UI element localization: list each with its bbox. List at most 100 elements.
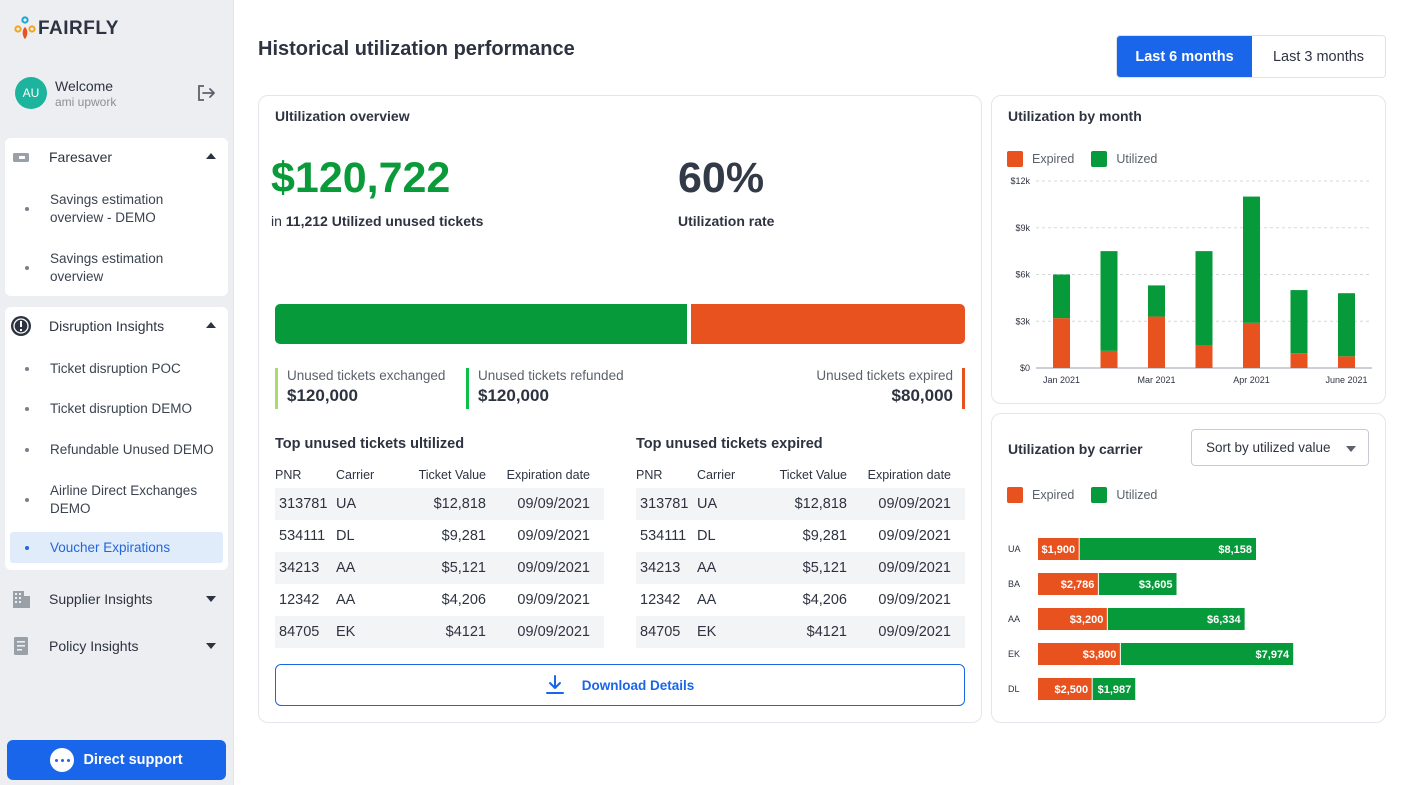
- range-last-6-months[interactable]: Last 6 months: [1117, 36, 1252, 77]
- cell-ticket-value: $4121: [806, 624, 847, 640]
- utilization-rate-caption: Utilization rate: [678, 213, 775, 229]
- stat-value: $120,000: [478, 386, 549, 405]
- month-chart-legend: Expired Utilized: [1007, 151, 1174, 167]
- table-row[interactable]: 34213 AA $5,121 09/09/2021: [275, 552, 604, 584]
- sidebar-item-ticket-disruption-poc[interactable]: Ticket disruption POC: [5, 360, 228, 378]
- col-pnr: PNR: [636, 468, 663, 482]
- table-row[interactable]: 12342 AA $4,206 09/09/2021: [275, 584, 604, 616]
- utilization-by-month-card: Utilization by month Expired Utilized $0…: [991, 95, 1386, 404]
- cell-carrier: AA: [697, 592, 717, 608]
- bar-expired[interactable]: [1243, 322, 1260, 368]
- legend-swatch: [1007, 487, 1023, 503]
- ratio-expired-segment: [690, 304, 965, 344]
- y-tick-label: $0: [1020, 363, 1030, 373]
- bar-utilized[interactable]: [1195, 251, 1213, 346]
- table-row[interactable]: 12342 AA $4,206 09/09/2021: [636, 584, 965, 616]
- cell-ticket-value: $5,121: [441, 560, 486, 576]
- sidebar-item-ticket-disruption-demo[interactable]: Ticket disruption DEMO: [5, 400, 228, 418]
- stat-refunded: Unused tickets refunded $120,000: [466, 368, 624, 409]
- cell-pnr: 313781: [640, 496, 689, 512]
- col-pnr: PNR: [275, 468, 302, 482]
- nav-label: Faresaver: [49, 149, 113, 165]
- bar-expired[interactable]: [1100, 350, 1118, 368]
- cell-pnr: 84705: [279, 624, 320, 640]
- sidebar-item-airline-direct-exchanges[interactable]: Airline Direct Exchanges DEMO: [5, 482, 228, 518]
- legend-swatch: [1007, 151, 1023, 167]
- cell-pnr: 12342: [279, 592, 320, 608]
- page-title: Historical utilization performance: [258, 38, 575, 60]
- download-details-button[interactable]: Download Details: [275, 664, 965, 706]
- nav-disruption-insights[interactable]: Disruption Insights: [5, 307, 228, 345]
- x-tick-label: June 2021: [1325, 375, 1367, 385]
- building-icon: [13, 591, 30, 608]
- stat-expired: Unused tickets expired $80,000: [816, 368, 965, 409]
- cell-ticket-value: $5,121: [802, 560, 847, 576]
- chevron-down-icon: [206, 596, 216, 602]
- cell-expiration-date: 09/09/2021: [878, 624, 951, 640]
- nav-policy-insights[interactable]: Policy Insights: [5, 627, 228, 665]
- card-title: Utilization by carrier: [1008, 441, 1143, 457]
- table-row[interactable]: 34213 AA $5,121 09/09/2021: [636, 552, 965, 584]
- sidebar-item-savings-demo[interactable]: Savings estimation overview - DEMO: [5, 191, 228, 227]
- bar-utilized[interactable]: [1290, 290, 1308, 354]
- download-icon: [545, 675, 564, 694]
- stat-value: $120,000: [287, 386, 358, 405]
- fairfly-logo[interactable]: FAIRFLY: [14, 16, 119, 40]
- table-row[interactable]: 84705 EK $4121 09/09/2021: [636, 616, 965, 648]
- sidebar-item-refundable-unused[interactable]: Refundable Unused DEMO: [5, 441, 228, 459]
- utilized-caption: in 11,212 Utilized unused tickets: [271, 213, 483, 229]
- caption-text: 11,212 Utilized unused tickets: [285, 213, 484, 229]
- col-carrier: Carrier: [336, 468, 375, 482]
- sidebar-item-voucher-expirations[interactable]: Voucher Expirations: [10, 532, 223, 563]
- table-row[interactable]: 534111 DL $9,281 09/09/2021: [636, 520, 965, 552]
- logo-text: FAIRFLY: [38, 18, 119, 39]
- stat-value: $80,000: [891, 386, 953, 405]
- col-expiration-date: Expiration date: [506, 468, 590, 482]
- table-row[interactable]: 313781 UA $12,818 09/09/2021: [275, 488, 604, 520]
- avatar[interactable]: AU: [15, 77, 47, 109]
- sort-label: Sort by utilized value: [1206, 440, 1331, 455]
- cell-expiration-date: 09/09/2021: [878, 528, 951, 544]
- table-row[interactable]: 313781 UA $12,818 09/09/2021: [636, 488, 965, 520]
- bar-utilized[interactable]: [1148, 285, 1165, 317]
- x-tick-label: Jan 2021: [1043, 375, 1080, 385]
- utilization-rate: 60%: [678, 154, 765, 202]
- download-label: Download Details: [581, 677, 695, 693]
- direct-support-button[interactable]: Direct support: [7, 740, 226, 780]
- legend-expired: Expired: [1007, 487, 1074, 503]
- chevron-down-icon: [206, 643, 216, 649]
- utilized-value-label: $8,158: [1218, 544, 1252, 556]
- chevron-up-icon: [206, 153, 216, 159]
- range-last-3-months[interactable]: Last 3 months: [1252, 36, 1385, 77]
- alert-circle-icon: [11, 316, 31, 336]
- utilized-tickets-table: PNR Carrier Ticket Value Expiration date…: [275, 462, 604, 648]
- sort-select[interactable]: Sort by utilized value: [1191, 429, 1369, 466]
- bar-expired[interactable]: [1290, 353, 1308, 368]
- table-row[interactable]: 84705 EK $4121 09/09/2021: [275, 616, 604, 648]
- bar-utilized[interactable]: [1338, 293, 1355, 357]
- cell-carrier: AA: [697, 560, 717, 576]
- logout-icon[interactable]: [195, 82, 217, 104]
- nav-supplier-insights[interactable]: Supplier Insights: [5, 580, 228, 618]
- nav-faresaver[interactable]: Faresaver: [5, 138, 228, 176]
- x-tick-label: Mar 2021: [1137, 375, 1175, 385]
- cell-pnr: 84705: [640, 624, 681, 640]
- legend-label: Utilized: [1116, 152, 1158, 166]
- bar-expired[interactable]: [1053, 318, 1070, 368]
- stat-exchanged: Unused tickets exchanged $120,000: [275, 368, 445, 409]
- bar-utilized[interactable]: [1243, 196, 1260, 323]
- utilized-amount: $120,722: [271, 154, 451, 202]
- table-row[interactable]: 534111 DL $9,281 09/09/2021: [275, 520, 604, 552]
- bar-expired[interactable]: [1338, 356, 1355, 368]
- bar-utilized[interactable]: [1053, 274, 1070, 319]
- x-tick-label: Apr 2021: [1233, 375, 1270, 385]
- bar-expired[interactable]: [1195, 345, 1213, 368]
- utilization-by-carrier-card: Utilization by carrier Sort by utilized …: [991, 413, 1386, 723]
- bar-expired[interactable]: [1148, 316, 1165, 368]
- sidebar-item-savings-overview[interactable]: Savings estimation overview: [5, 250, 228, 286]
- bar-utilized[interactable]: [1100, 251, 1118, 351]
- sidebar: FAIRFLY AU Welcome ami upwork Faresaver …: [0, 0, 234, 785]
- stat-label: Unused tickets exchanged: [287, 368, 446, 383]
- card-title: Ultilization overview: [275, 108, 410, 124]
- cell-expiration-date: 09/09/2021: [517, 592, 590, 608]
